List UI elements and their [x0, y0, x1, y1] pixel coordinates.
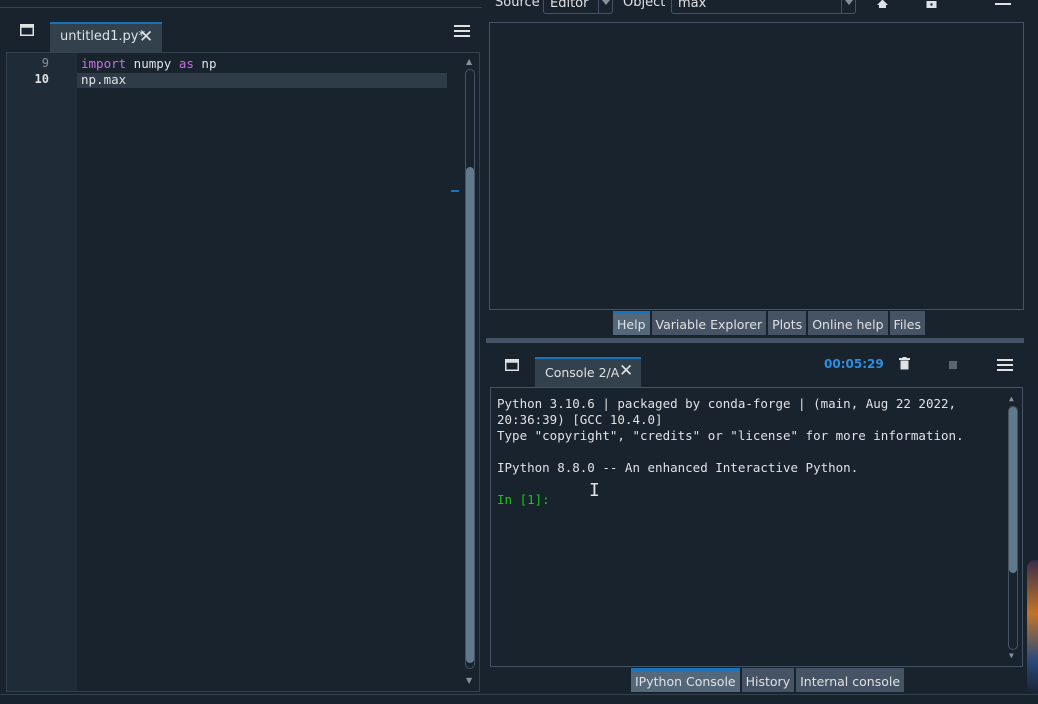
undock-pane-icon[interactable] — [505, 359, 521, 373]
source-value: Editor — [550, 0, 589, 11]
console-scrollbar[interactable]: ▲ ▼ — [1006, 394, 1020, 662]
console-line: Python 3.10.6 | packaged by conda-forge … — [497, 396, 957, 411]
code-text-area[interactable]: import numpy as np np.max — [77, 53, 449, 691]
close-icon[interactable]: ✕ — [139, 27, 153, 47]
tab-help[interactable]: Help — [613, 311, 650, 335]
scroll-up-arrow-icon[interactable]: ▲ — [1009, 394, 1014, 403]
keyword-import: import — [81, 56, 127, 71]
line-number: 9 — [41, 56, 49, 70]
code-editor[interactable]: 9 10 import numpy as np np.max ▲ ▼ — [6, 52, 480, 692]
desktop-wallpaper-fragment — [1027, 560, 1038, 694]
console-pane: Console 2/A ✕ 00:05:29 Python 3.10.6 | p… — [486, 343, 1038, 694]
undock-pane-icon[interactable] — [20, 24, 36, 38]
current-line-highlight — [77, 73, 447, 88]
editor-pane: untitled1.py* ✕ 9 10 import numpy as np … — [0, 8, 482, 694]
elapsed-time-label: 00:05:29 — [824, 357, 884, 371]
code-line-9: import numpy as np — [81, 56, 216, 71]
scroll-down-arrow-icon[interactable]: ▼ — [1009, 651, 1014, 660]
ipython-console-output[interactable]: Python 3.10.6 | packaged by conda-forge … — [490, 387, 1023, 667]
help-pane-tabs: Help Variable Explorer Plots Online help Fil… — [613, 311, 927, 335]
source-label: Source — [495, 0, 540, 10]
tab-variable-explorer[interactable]: Variable Explorer — [651, 311, 767, 335]
line-number-current: 10 — [34, 72, 49, 86]
status-bar — [0, 694, 1038, 704]
editor-tab-bar: untitled1.py* ✕ — [0, 8, 482, 52]
options-menu-icon[interactable] — [995, 0, 1011, 10]
tab-plots[interactable]: Plots — [768, 311, 807, 335]
options-menu-icon[interactable] — [997, 359, 1013, 371]
object-label: Object — [623, 0, 666, 10]
stop-icon[interactable] — [949, 361, 957, 369]
console-tab-label: Console 2/A — [545, 365, 620, 380]
editor-file-tab[interactable]: untitled1.py* ✕ — [50, 22, 162, 52]
editor-tab-label: untitled1.py* — [60, 29, 145, 44]
console-prompt: In [1]: — [497, 492, 550, 507]
object-value: max — [678, 0, 707, 11]
line-number-gutter: 9 10 — [7, 53, 77, 691]
text-cursor-icon: 𝙸 — [589, 480, 600, 501]
chevron-down-icon[interactable] — [598, 0, 612, 13]
lock-icon[interactable] — [926, 0, 937, 11]
object-combobox[interactable]: max — [671, 0, 856, 14]
scroll-up-arrow-icon[interactable]: ▲ — [466, 57, 472, 66]
console-line: Type "copyright", "credits" or "license"… — [497, 428, 964, 443]
editor-scrollbar[interactable]: ▲ ▼ — [463, 57, 477, 687]
source-combobox[interactable]: Editor — [543, 0, 613, 14]
console-pane-tabs: IPython Console History Internal console — [631, 668, 906, 692]
scroll-down-arrow-icon[interactable]: ▼ — [466, 676, 472, 685]
remove-all-variables-icon[interactable] — [899, 357, 910, 373]
options-menu-icon[interactable] — [454, 25, 470, 37]
help-toolbar: Source Editor Object max — [486, 0, 1038, 18]
chevron-down-icon[interactable] — [841, 0, 855, 13]
scroll-position-marker — [451, 190, 459, 192]
scrollbar-thumb[interactable] — [466, 167, 474, 663]
help-content-area — [489, 22, 1024, 310]
help-pane: Source Editor Object max Help Variable Ex… — [486, 0, 1038, 338]
code-line-10: np.max — [81, 72, 127, 87]
window-top-strip — [0, 0, 482, 8]
keyword-as: as — [178, 56, 194, 71]
home-icon[interactable] — [876, 0, 889, 11]
tab-files[interactable]: Files — [889, 311, 925, 335]
tab-online-help[interactable]: Online help — [808, 311, 888, 335]
console-tab[interactable]: Console 2/A ✕ — [535, 357, 641, 387]
module-name: numpy — [126, 56, 179, 71]
alias-name: np — [193, 56, 217, 71]
tab-ipython-console[interactable]: IPython Console — [631, 668, 740, 692]
tab-history[interactable]: History — [741, 668, 795, 692]
scrollbar-thumb[interactable] — [1009, 407, 1017, 573]
close-icon[interactable]: ✕ — [619, 361, 633, 381]
tab-internal-console[interactable]: Internal console — [796, 668, 905, 692]
console-line: IPython 8.8.0 -- An enhanced Interactive… — [497, 460, 859, 475]
console-line: 20:36:39) [GCC 10.4.0] — [497, 412, 663, 427]
